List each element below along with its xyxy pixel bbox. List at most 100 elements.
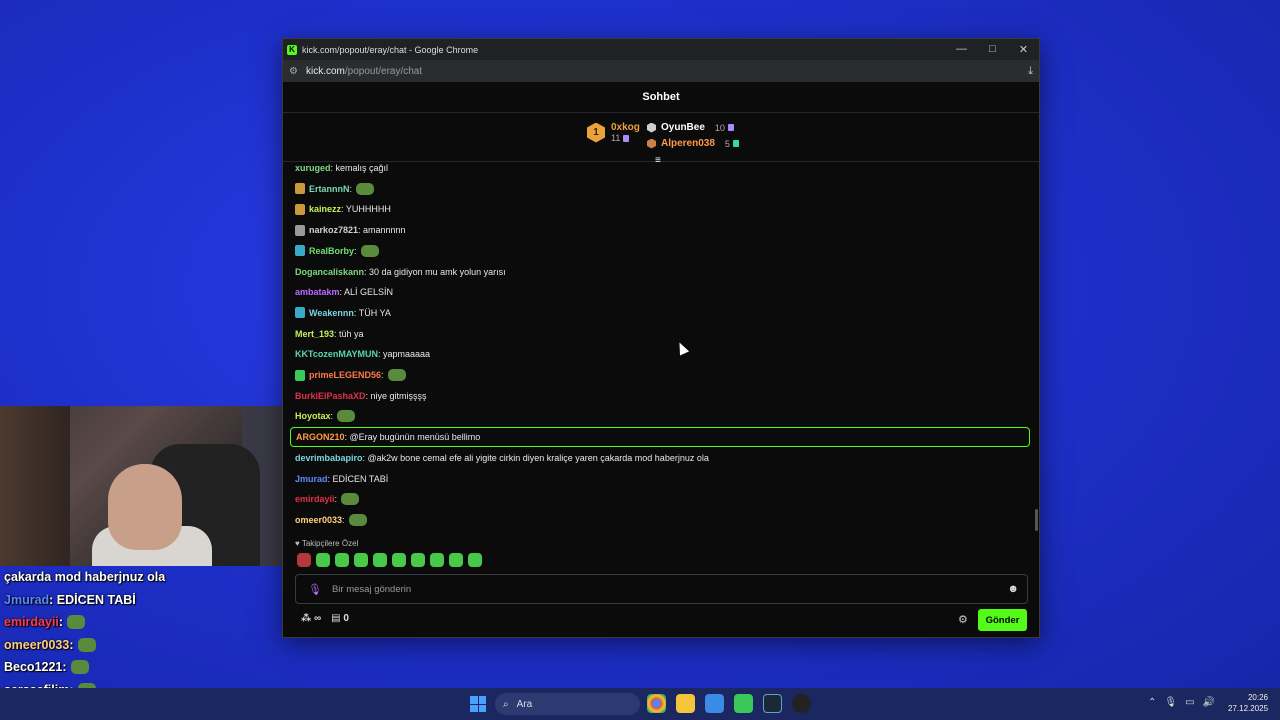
emote-button[interactable] bbox=[354, 553, 368, 567]
taskbar-search[interactable]: ⌕ Ara bbox=[495, 693, 640, 715]
clock-date: 27.12.2025 bbox=[1228, 704, 1269, 713]
chat-message[interactable]: Dogancaliskann: 30 da gidiyon mu amk yol… bbox=[295, 262, 506, 282]
chat-message[interactable]: ARGON210: @Eray bugünün menüsü bellimo bbox=[290, 427, 1030, 448]
download-icon[interactable]: ⤓ bbox=[1028, 65, 1033, 78]
overlay-chat-text: : bbox=[58, 615, 64, 630]
chat-username[interactable]: BurkiElPashaXD bbox=[295, 391, 366, 401]
chat-header-title: Sohbet bbox=[283, 82, 1039, 113]
clock-time: 20:26 bbox=[1247, 693, 1268, 702]
chat-message[interactable]: xuruged: kemalış çağıl bbox=[295, 164, 388, 178]
chat-username[interactable]: Dogancaliskann bbox=[295, 267, 364, 277]
silver-medal-icon bbox=[647, 122, 656, 133]
chat-messages[interactable]: xuruged: kemalış çağıl ErtannnN: kainezz: … bbox=[283, 164, 1039, 566]
chat-message-text: : bbox=[330, 411, 334, 422]
chat-username[interactable]: kainezz bbox=[309, 204, 341, 214]
tray-icon[interactable]: 🔊 bbox=[1203, 697, 1215, 708]
chat-username[interactable]: narkoz7821 bbox=[309, 225, 358, 235]
window-title: kick.com/popout/eray/chat - Google Chrom… bbox=[302, 44, 479, 55]
emote-button[interactable] bbox=[297, 553, 311, 567]
emote-button[interactable] bbox=[373, 553, 387, 567]
tray-icon[interactable]: 🎙 bbox=[1164, 697, 1177, 708]
chat-message[interactable]: narkoz7821: amannnnn bbox=[295, 220, 406, 240]
system-tray[interactable]: ⌃ 🎙 ▭ 🔊 bbox=[1148, 697, 1215, 708]
send-button[interactable]: Gönder bbox=[978, 609, 1027, 631]
maximize-button[interactable]: □ bbox=[977, 43, 1008, 56]
tray-icon[interactable]: ⌃ bbox=[1148, 697, 1156, 708]
chat-message[interactable]: primeLEGEND56: bbox=[295, 365, 406, 385]
chat-message[interactable]: Mert_193: tüh ya bbox=[295, 324, 364, 344]
followers-only-emotes-label: ♥ Takipçilere Özel bbox=[295, 539, 359, 548]
chat-message[interactable]: omeer0033: bbox=[295, 510, 367, 530]
pepe-emote-icon bbox=[67, 615, 86, 630]
chat-settings-icon[interactable]: ⚙ bbox=[958, 613, 968, 626]
mic-icon[interactable]: 🎙 bbox=[308, 583, 322, 596]
chat-message[interactable]: Jmurad: EDİCEN TABİ bbox=[295, 469, 388, 489]
chat-message-text: : @Eray bugünün menüsü bellimo bbox=[344, 432, 481, 443]
chat-message[interactable]: RealBorby: bbox=[295, 241, 379, 261]
obs-app-icon[interactable] bbox=[792, 694, 811, 713]
leaderboard-second[interactable]: OyunBee 10 bbox=[647, 122, 734, 133]
emote-button[interactable] bbox=[316, 553, 330, 567]
address-bar[interactable]: ⚙ kick.com/popout/eray/chat ⤓ bbox=[283, 60, 1039, 82]
chat-username[interactable]: omeer0033 bbox=[295, 515, 342, 525]
chat-message-text: : @ak2w bone cemal efe ali yigite cirkin… bbox=[362, 452, 709, 463]
close-button[interactable]: ✕ bbox=[1008, 43, 1039, 56]
chat-message[interactable]: ErtannnN: bbox=[295, 179, 375, 199]
chat-message-text: : yapmaaaaa bbox=[378, 349, 431, 360]
emoji-picker-icon[interactable]: ☻ bbox=[1007, 583, 1019, 595]
emote-button[interactable] bbox=[449, 553, 463, 567]
file-explorer-icon[interactable] bbox=[676, 694, 695, 713]
leaderboard-first[interactable]: 1 0xkog 11 bbox=[587, 122, 640, 143]
overlay-chat-line: omeer0033 : bbox=[0, 634, 282, 657]
rank-one-badge-icon: 1 bbox=[587, 122, 605, 143]
emote-button[interactable] bbox=[468, 553, 482, 567]
scrollbar[interactable] bbox=[1035, 509, 1038, 531]
chat-message[interactable]: kainezz: YUHHHHH bbox=[295, 199, 391, 219]
chat-message[interactable]: ambatakm: ALİ GELSİN bbox=[295, 282, 393, 302]
emote-button[interactable] bbox=[392, 553, 406, 567]
chat-message[interactable]: Hoyotax: bbox=[295, 406, 356, 426]
chat-username[interactable]: xuruged bbox=[295, 164, 331, 173]
tray-icon[interactable]: ▭ bbox=[1185, 697, 1194, 708]
chat-username[interactable]: Weakennn bbox=[309, 308, 354, 318]
chat-message[interactable]: BurkiElPashaXD: niye gitmişşşş bbox=[295, 386, 427, 406]
chat-message-text: : amannnnn bbox=[358, 225, 406, 236]
photos-app-icon[interactable] bbox=[705, 694, 724, 713]
leaderboard-third[interactable]: Alperen038 5 bbox=[647, 138, 739, 149]
emote-button[interactable] bbox=[430, 553, 444, 567]
start-button[interactable] bbox=[470, 696, 486, 712]
chat-message[interactable]: KKTcozenMAYMUN: yapmaaaaa bbox=[295, 344, 430, 364]
gift-icon bbox=[623, 135, 630, 143]
chat-message[interactable]: emirdayii: bbox=[295, 489, 360, 509]
chat-username[interactable]: emirdayii bbox=[295, 494, 335, 504]
chat-message[interactable]: Weakennn: TÜH YA bbox=[295, 303, 391, 323]
chat-username[interactable]: ambatakm bbox=[295, 287, 340, 297]
chrome-app-icon[interactable] bbox=[647, 694, 666, 713]
bronze-medal-icon bbox=[647, 138, 656, 149]
title-bar: K kick.com/popout/eray/chat - Google Chr… bbox=[283, 39, 1039, 60]
chat-username[interactable]: Hoyotax bbox=[295, 411, 331, 421]
emote-button[interactable] bbox=[411, 553, 425, 567]
chat-username[interactable]: RealBorby bbox=[309, 246, 354, 256]
taskbar: ⌕ Ara ⌃ 🎙 ▭ 🔊 20:26 27.12.2025 bbox=[0, 688, 1280, 720]
user-badge-icon bbox=[295, 183, 305, 195]
emote-button[interactable] bbox=[335, 553, 349, 567]
game-app-icon[interactable] bbox=[734, 694, 753, 713]
points-indicator[interactable]: ⁂ ∞ bbox=[301, 613, 321, 624]
minimize-button[interactable]: — bbox=[946, 43, 977, 56]
chat-message-text: : tüh ya bbox=[334, 328, 364, 339]
chat-username[interactable]: Jmurad bbox=[295, 474, 328, 484]
chat-username[interactable]: devrimbabapiro bbox=[295, 453, 363, 463]
clock[interactable]: 20:26 27.12.2025 bbox=[1228, 692, 1268, 714]
steam-app-icon[interactable] bbox=[763, 694, 782, 713]
site-settings-icon[interactable]: ⚙ bbox=[289, 66, 298, 77]
chat-username[interactable]: primeLEGEND56 bbox=[309, 370, 381, 380]
chat-username[interactable]: KKTcozenMAYMUN bbox=[295, 349, 378, 359]
store-indicator[interactable]: ▤ 0 bbox=[331, 613, 349, 624]
chat-username[interactable]: Mert_193 bbox=[295, 329, 334, 339]
message-input[interactable]: 🎙 Bir mesaj gönderin ☻ bbox=[295, 574, 1028, 604]
chat-message[interactable]: devrimbabapiro: @ak2w bone cemal efe ali… bbox=[295, 448, 709, 468]
chat-username[interactable]: ARGON210 bbox=[296, 432, 345, 442]
store-count: 0 bbox=[343, 613, 349, 624]
chat-username[interactable]: ErtannnN bbox=[309, 184, 350, 194]
